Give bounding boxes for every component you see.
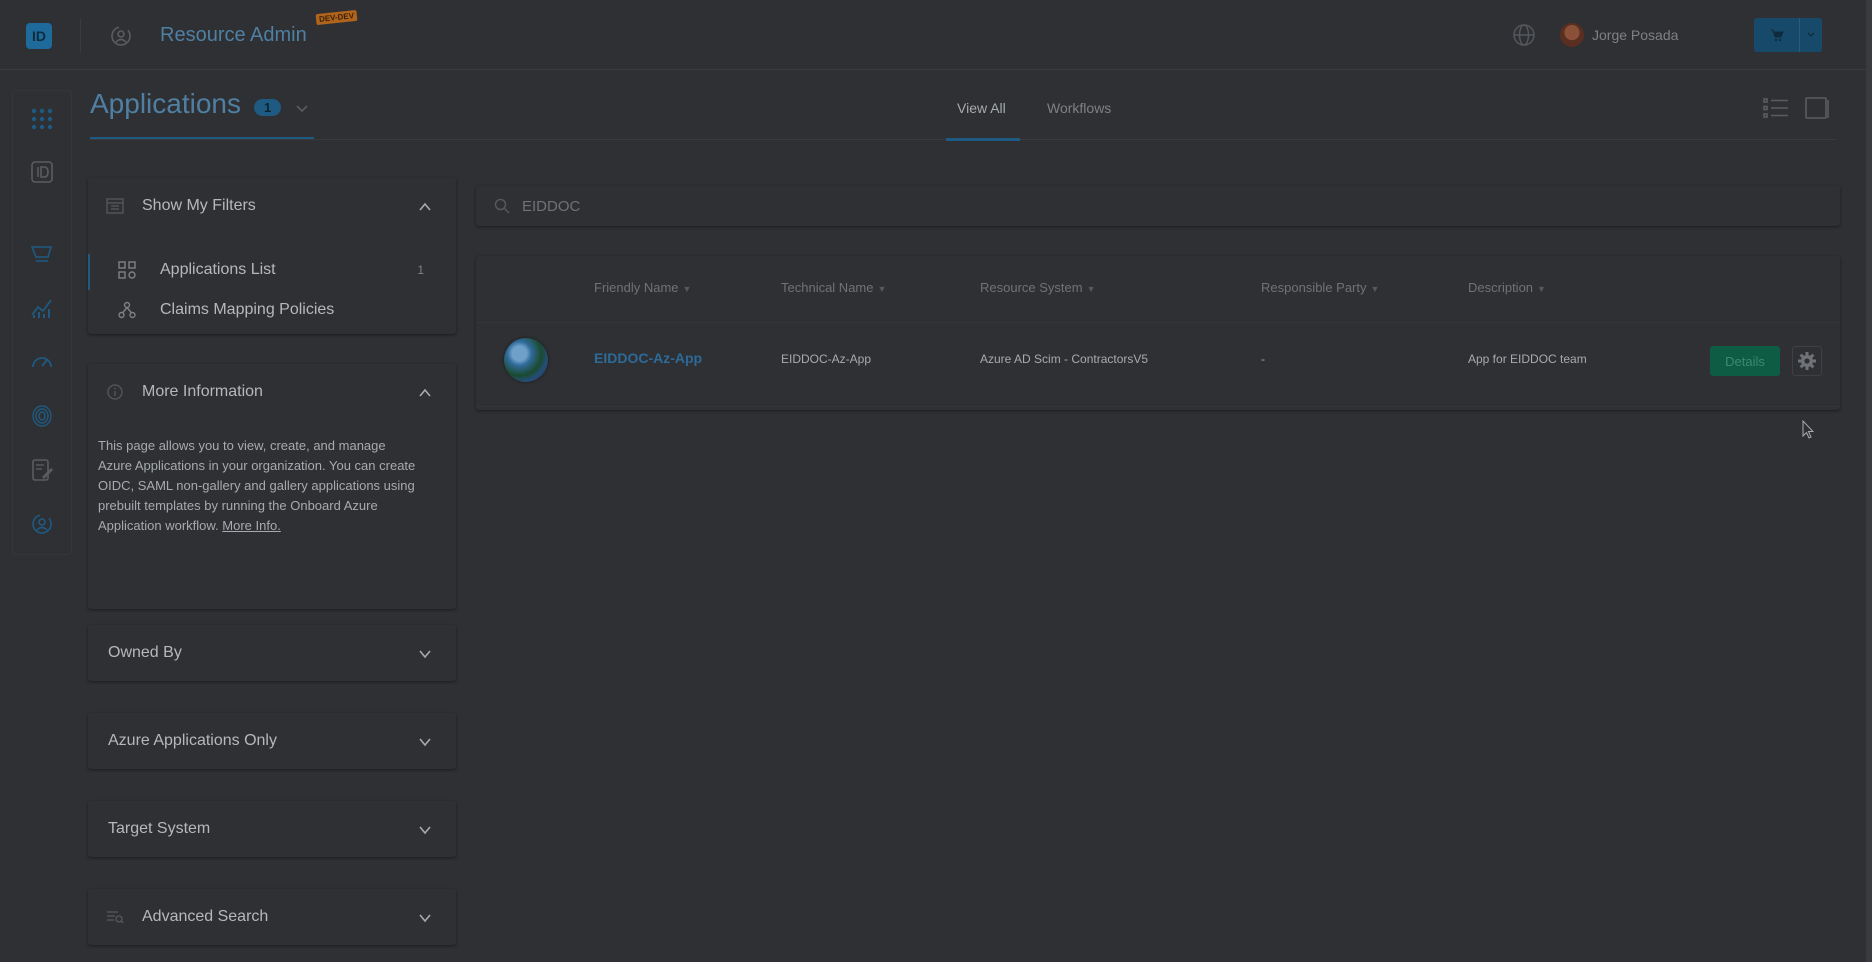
chevron-down-icon[interactable] <box>294 100 310 116</box>
friendly-name-link[interactable]: EIDDOC-Az-App <box>594 350 702 366</box>
column-header-label: Technical Name <box>781 280 874 295</box>
target-system-panel[interactable]: Target System <box>88 801 456 857</box>
chevron-down-icon[interactable] <box>418 735 432 749</box>
tab-view-all[interactable]: View All <box>957 100 1006 116</box>
cart-dropdown-button[interactable] <box>1800 18 1822 52</box>
user-cycle-icon[interactable] <box>29 511 55 537</box>
cart-icon <box>1770 29 1784 42</box>
chevron-up-icon[interactable] <box>418 386 432 400</box>
info-icon <box>107 384 123 400</box>
card-view-icon[interactable] <box>1804 96 1830 120</box>
advanced-search-panel-header[interactable]: Advanced Search <box>88 889 456 945</box>
sort-icon: ▼ <box>877 284 887 294</box>
sort-icon: ▼ <box>1086 284 1096 294</box>
column-header-resource-system[interactable]: Resource System ▼ <box>980 280 1096 295</box>
advanced-search-title: Advanced Search <box>142 908 269 925</box>
settings-button[interactable] <box>1792 346 1822 376</box>
chevron-down-icon <box>1807 32 1815 37</box>
column-header-label: Resource System <box>980 280 1083 295</box>
app-title: Resource Admin <box>160 24 307 46</box>
scrollbar[interactable] <box>1866 0 1872 962</box>
page-title: Applications <box>90 88 241 119</box>
owned-by-title: Owned By <box>108 644 182 661</box>
details-button[interactable]: Details <box>1710 346 1780 376</box>
chevron-down-icon[interactable] <box>418 647 432 661</box>
tab-workflows[interactable]: Workflows <box>1047 100 1111 116</box>
gauge-icon[interactable] <box>29 349 55 375</box>
apps-grid-icon[interactable] <box>29 106 55 132</box>
left-rail <box>12 90 72 555</box>
header-divider <box>80 18 81 52</box>
edit-document-icon[interactable] <box>29 457 55 483</box>
gear-icon <box>1798 352 1816 370</box>
sidebar-item-claims-mapping-policies[interactable]: Claims Mapping Policies <box>88 290 456 330</box>
filters-panel-title: Show My Filters <box>142 197 256 214</box>
logo-text: ID <box>32 28 46 44</box>
more-info-panel-header[interactable]: More Information <box>88 364 456 420</box>
sort-icon: ▼ <box>1537 284 1546 294</box>
globe-icon[interactable] <box>1512 23 1536 47</box>
chart-icon[interactable] <box>29 295 55 321</box>
count-badge: 1 <box>254 99 282 116</box>
filter-list-icon <box>106 198 124 214</box>
responsible-party-cell: - <box>1261 352 1265 366</box>
id-card-icon[interactable] <box>29 159 55 185</box>
network-icon <box>118 301 136 319</box>
owned-by-panel[interactable]: Owned By <box>88 625 456 681</box>
filters-panel-header[interactable]: Show My Filters <box>88 178 456 234</box>
app-avatar <box>504 338 548 382</box>
env-badge: DEV-DEV <box>315 9 358 26</box>
advanced-search-panel[interactable]: Advanced Search <box>88 889 456 945</box>
applications-table: Friendly Name ▼ Technical Name ▼ Resource … <box>476 256 1840 410</box>
user-name[interactable]: Jorge Posada <box>1592 27 1678 43</box>
cart-icon[interactable] <box>29 241 55 267</box>
column-header-label: Description <box>1468 280 1534 295</box>
technical-name-cell: EIDDOC-Az-App <box>781 352 872 366</box>
more-info-link[interactable]: More Info. <box>222 518 281 533</box>
mouse-cursor-icon <box>1802 420 1814 439</box>
app-logo[interactable]: ID <box>26 23 52 49</box>
apps-list-icon <box>118 261 136 279</box>
azure-applications-only-title: Azure Applications Only <box>108 732 277 749</box>
sidebar-item-label: Applications List <box>160 261 276 278</box>
sidebar-item-count: 1 <box>417 263 424 277</box>
cart-button[interactable] <box>1754 18 1822 52</box>
sort-icon: ▼ <box>1370 284 1380 294</box>
chevron-up-icon[interactable] <box>418 200 432 214</box>
more-info-panel-title: More Information <box>142 383 263 400</box>
search-box <box>476 186 1840 226</box>
column-header-responsible-party[interactable]: Responsible Party ▼ <box>1261 280 1379 295</box>
column-header-technical-name[interactable]: Technical Name ▼ <box>781 280 886 295</box>
sidebar-item-applications-list[interactable]: Applications List 1 <box>88 250 456 290</box>
list-view-icon[interactable] <box>1762 96 1790 120</box>
owned-by-panel-header[interactable]: Owned By <box>88 625 456 681</box>
column-header-label: Friendly Name <box>594 280 679 295</box>
sidebar-item-label: Claims Mapping Policies <box>160 301 335 318</box>
more-info-text: This page allows you to view, create, an… <box>98 436 418 536</box>
row-divider <box>476 406 1840 407</box>
search-input[interactable] <box>522 192 1802 220</box>
description-cell: App for EIDDOC team <box>1468 352 1587 366</box>
azure-applications-only-panel-header[interactable]: Azure Applications Only <box>88 713 456 769</box>
column-header-friendly-name[interactable]: Friendly Name ▼ <box>594 280 691 295</box>
active-tab-indicator <box>946 138 1020 141</box>
chevron-down-icon[interactable] <box>418 823 432 837</box>
user-cycle-icon[interactable] <box>108 23 134 49</box>
cart-main-button[interactable] <box>1754 18 1800 52</box>
top-bar: ID Resource Admin DEV-DEV Jorge Posada <box>0 0 1872 70</box>
fingerprint-icon[interactable] <box>29 403 55 429</box>
avatar[interactable] <box>1560 23 1584 47</box>
column-header-description[interactable]: Description ▼ <box>1468 280 1546 295</box>
azure-applications-only-panel[interactable]: Azure Applications Only <box>88 713 456 769</box>
target-system-title: Target System <box>108 820 211 837</box>
target-system-panel-header[interactable]: Target System <box>88 801 456 857</box>
header-row-divider <box>476 322 1840 323</box>
sort-icon: ▼ <box>682 284 692 294</box>
chevron-down-icon[interactable] <box>418 911 432 925</box>
search-icon <box>494 198 510 214</box>
filters-panel: Show My Filters Applications List 1 Clai… <box>88 178 456 334</box>
column-header-label: Responsible Party <box>1261 280 1367 295</box>
advanced-search-icon <box>107 911 124 924</box>
resource-system-cell: Azure AD Scim - ContractorsV5 <box>980 352 1149 366</box>
